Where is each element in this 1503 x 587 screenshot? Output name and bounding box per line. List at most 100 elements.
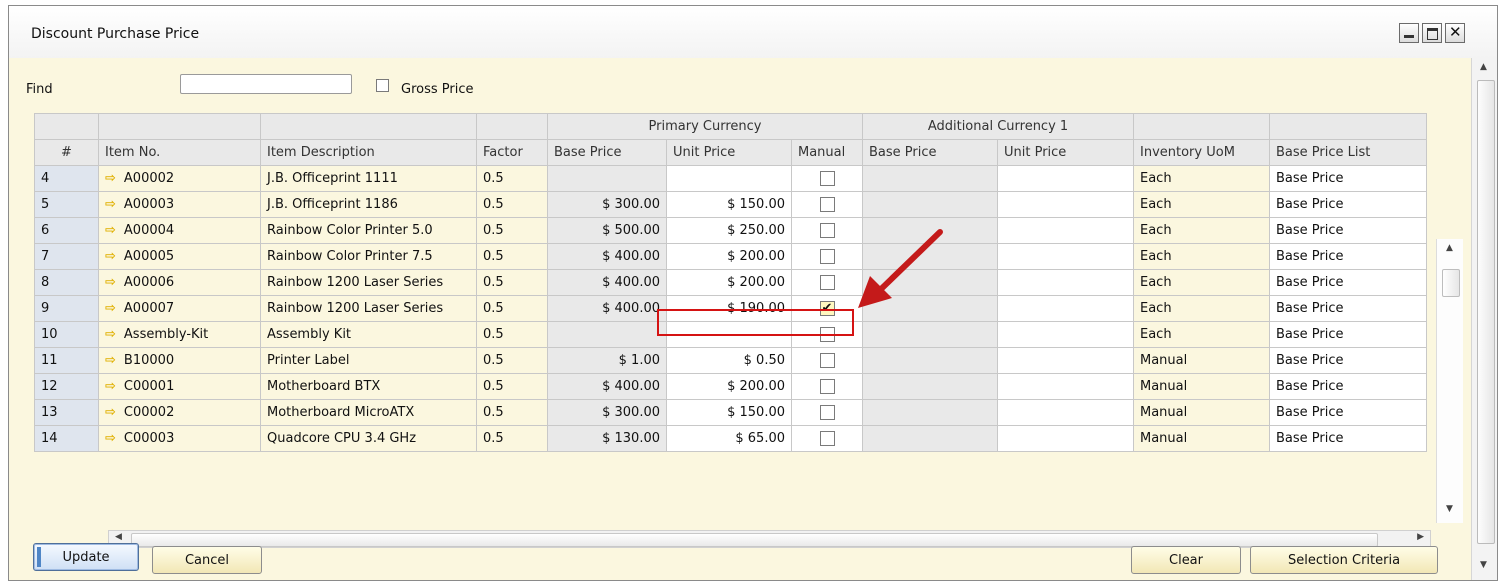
price-list-cell[interactable]: Base Price: [1269, 191, 1427, 218]
link-arrow-icon[interactable]: ⇨: [105, 197, 116, 212]
manual-checkbox[interactable]: [819, 171, 835, 186]
item-description-cell[interactable]: Printer Label: [260, 347, 477, 374]
inventory-uom-cell[interactable]: Manual: [1133, 373, 1270, 400]
inventory-uom-cell[interactable]: Each: [1133, 269, 1270, 296]
factor-cell[interactable]: 0.5: [476, 243, 548, 270]
item-no-cell[interactable]: ⇨ C00002: [98, 399, 261, 426]
unit-price-cell[interactable]: $ 200.00: [666, 373, 792, 400]
scroll-up-icon[interactable]: ▲: [1480, 62, 1487, 72]
update-button[interactable]: Update: [33, 543, 139, 571]
price-list-cell[interactable]: Base Price: [1269, 243, 1427, 270]
scroll-up-icon[interactable]: ▲: [1446, 243, 1453, 253]
item-no-cell[interactable]: ⇨ A00004: [98, 217, 261, 244]
add-unit-price-cell[interactable]: [997, 269, 1134, 296]
window-vertical-scrollbar[interactable]: ▲ ▼: [1471, 58, 1497, 580]
link-arrow-icon[interactable]: ⇨: [105, 379, 116, 394]
add-unit-price-cell[interactable]: [997, 217, 1134, 244]
link-arrow-icon[interactable]: ⇨: [105, 223, 116, 238]
manual-cell[interactable]: [791, 191, 863, 218]
unit-price-cell[interactable]: $ 250.00: [666, 217, 792, 244]
unit-price-cell[interactable]: [666, 165, 792, 192]
scroll-left-icon[interactable]: ◀: [115, 532, 122, 542]
factor-cell[interactable]: 0.5: [476, 217, 548, 244]
item-description-cell[interactable]: Rainbow 1200 Laser Series: [260, 295, 477, 322]
price-list-cell[interactable]: Base Price: [1269, 321, 1427, 348]
price-list-cell[interactable]: Base Price: [1269, 165, 1427, 192]
selection-criteria-button[interactable]: Selection Criteria: [1250, 546, 1438, 574]
item-no-cell[interactable]: ⇨ C00001: [98, 373, 261, 400]
inventory-uom-cell[interactable]: Each: [1133, 165, 1270, 192]
table-row[interactable]: 8 ⇨ A00006 Rainbow 1200 Laser Series 0.5 $ 40…: [34, 269, 1427, 296]
item-no-cell[interactable]: ⇨ C00003: [98, 425, 261, 452]
link-arrow-icon[interactable]: ⇨: [105, 405, 116, 420]
grid-vertical-scrollbar[interactable]: ▲ ▼: [1436, 239, 1463, 523]
row-number[interactable]: 5: [34, 191, 99, 218]
col-header-add-base-price[interactable]: Base Price: [862, 139, 998, 166]
manual-cell[interactable]: [791, 373, 863, 400]
col-header-unit-price[interactable]: Unit Price: [666, 139, 792, 166]
col-header-manual[interactable]: Manual: [791, 139, 863, 166]
item-description-cell[interactable]: Rainbow Color Printer 5.0: [260, 217, 477, 244]
add-unit-price-cell[interactable]: [997, 347, 1134, 374]
item-description-cell[interactable]: Rainbow 1200 Laser Series: [260, 269, 477, 296]
row-number[interactable]: 4: [34, 165, 99, 192]
manual-cell[interactable]: [791, 347, 863, 374]
price-list-cell[interactable]: Base Price: [1269, 347, 1427, 374]
maximize-icon[interactable]: [1422, 23, 1442, 43]
unit-price-cell[interactable]: $ 190.00: [666, 295, 792, 322]
col-header-add-unit-price[interactable]: Unit Price: [997, 139, 1134, 166]
row-number[interactable]: 6: [34, 217, 99, 244]
gross-price-checkbox[interactable]: [376, 79, 389, 92]
factor-cell[interactable]: 0.5: [476, 269, 548, 296]
manual-checkbox[interactable]: [819, 327, 835, 342]
link-arrow-icon[interactable]: ⇨: [105, 301, 116, 316]
price-list-cell[interactable]: Base Price: [1269, 425, 1427, 452]
scroll-right-icon[interactable]: ▶: [1417, 532, 1424, 542]
minimize-icon[interactable]: [1399, 23, 1419, 43]
unit-price-cell[interactable]: $ 200.00: [666, 269, 792, 296]
add-unit-price-cell[interactable]: [997, 243, 1134, 270]
unit-price-cell[interactable]: $ 200.00: [666, 243, 792, 270]
link-arrow-icon[interactable]: ⇨: [105, 327, 116, 342]
col-header-number[interactable]: #: [34, 139, 99, 166]
row-number[interactable]: 10: [34, 321, 99, 348]
manual-checkbox[interactable]: [819, 379, 835, 394]
link-arrow-icon[interactable]: ⇨: [105, 431, 116, 446]
factor-cell[interactable]: 0.5: [476, 191, 548, 218]
add-unit-price-cell[interactable]: [997, 191, 1134, 218]
scroll-thumb[interactable]: [1442, 269, 1460, 297]
link-arrow-icon[interactable]: ⇨: [105, 249, 116, 264]
table-row[interactable]: 11 ⇨ B10000 Printer Label 0.5 $ 1.00 $ 0.50 Man…: [34, 347, 1427, 374]
inventory-uom-cell[interactable]: Manual: [1133, 347, 1270, 374]
scroll-thumb[interactable]: [1477, 80, 1495, 544]
unit-price-cell[interactable]: $ 150.00: [666, 399, 792, 426]
unit-price-cell[interactable]: [666, 321, 792, 348]
inventory-uom-cell[interactable]: Each: [1133, 243, 1270, 270]
clear-button[interactable]: Clear: [1131, 546, 1241, 574]
row-number[interactable]: 14: [34, 425, 99, 452]
row-number[interactable]: 12: [34, 373, 99, 400]
item-no-cell[interactable]: ⇨ A00005: [98, 243, 261, 270]
manual-cell[interactable]: [791, 269, 863, 296]
col-header-base-price[interactable]: Base Price: [547, 139, 667, 166]
manual-checkbox[interactable]: [819, 353, 835, 368]
unit-price-cell[interactable]: $ 0.50: [666, 347, 792, 374]
price-list-cell[interactable]: Base Price: [1269, 399, 1427, 426]
add-unit-price-cell[interactable]: [997, 295, 1134, 322]
factor-cell[interactable]: 0.5: [476, 295, 548, 322]
row-number[interactable]: 9: [34, 295, 99, 322]
manual-cell[interactable]: [791, 165, 863, 192]
table-row[interactable]: 9 ⇨ A00007 Rainbow 1200 Laser Series 0.5 $ 40…: [34, 295, 1427, 322]
row-number[interactable]: 11: [34, 347, 99, 374]
table-row[interactable]: 7 ⇨ A00005 Rainbow Color Printer 7.5 0.5 $ 40…: [34, 243, 1427, 270]
table-row[interactable]: 6 ⇨ A00004 Rainbow Color Printer 5.0 0.5 $ 50…: [34, 217, 1427, 244]
table-row[interactable]: 13 ⇨ C00002 Motherboard MicroATX 0.5 $ 300.00…: [34, 399, 1427, 426]
unit-price-cell[interactable]: $ 65.00: [666, 425, 792, 452]
add-unit-price-cell[interactable]: [997, 321, 1134, 348]
price-list-cell[interactable]: Base Price: [1269, 217, 1427, 244]
manual-checkbox[interactable]: [819, 405, 835, 420]
item-description-cell[interactable]: Assembly Kit: [260, 321, 477, 348]
find-input[interactable]: [180, 74, 352, 94]
price-list-cell[interactable]: Base Price: [1269, 269, 1427, 296]
inventory-uom-cell[interactable]: Manual: [1133, 399, 1270, 426]
